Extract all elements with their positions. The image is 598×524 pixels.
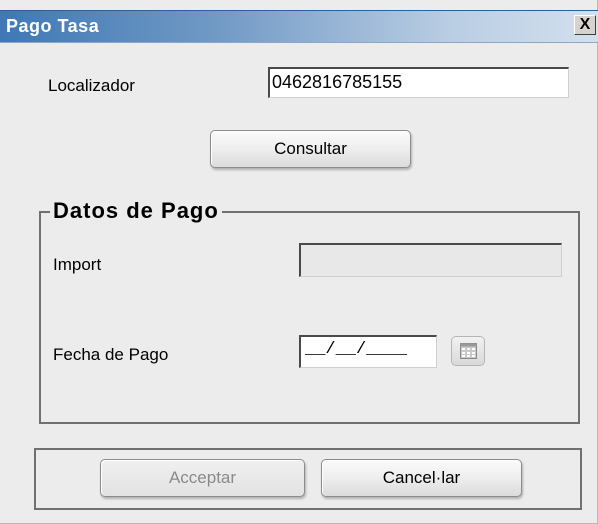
datos-de-pago-legend: Datos de Pago: [50, 198, 222, 224]
close-button[interactable]: X: [574, 15, 596, 35]
localizador-label: Localizador: [48, 76, 135, 95]
fecha-de-pago-label: Fecha de Pago: [53, 345, 169, 364]
localizador-input[interactable]: 0462816785155: [268, 67, 569, 98]
window-title: Pago Tasa: [6, 16, 100, 36]
import-label: Import: [53, 255, 102, 274]
cancelar-button[interactable]: Cancel·lar: [321, 459, 522, 497]
acceptar-button[interactable]: Acceptar: [100, 459, 305, 497]
close-icon: X: [579, 16, 591, 33]
dialog-window: Pago Tasa X Localizador 0462816785155 Co…: [0, 0, 598, 524]
calendar-icon: [460, 343, 477, 359]
title-bar[interactable]: Pago Tasa X: [0, 10, 598, 43]
calendar-button[interactable]: [451, 336, 485, 366]
fecha-de-pago-input[interactable]: __/__/____: [299, 335, 437, 368]
import-input[interactable]: [299, 243, 562, 277]
consultar-button[interactable]: Consultar: [210, 130, 411, 168]
